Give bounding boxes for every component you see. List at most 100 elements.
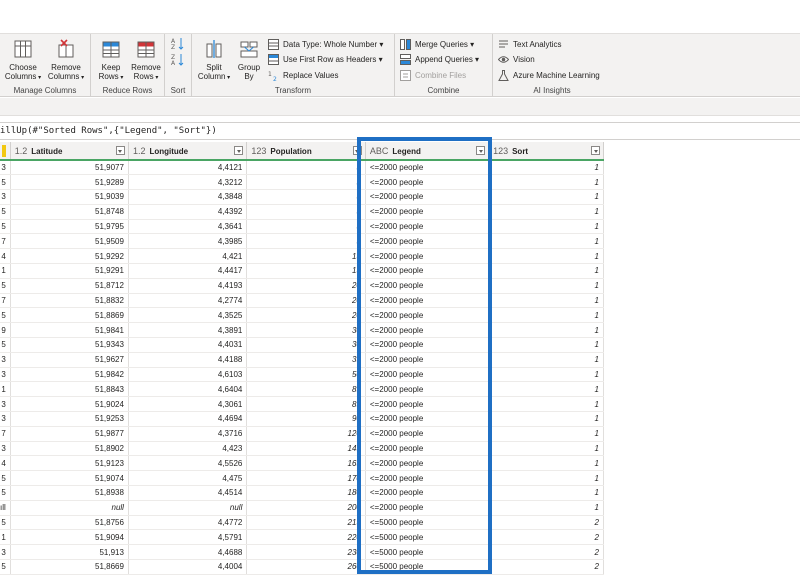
table-row[interactable]: 1 51,8843 4,6404 85 <=2000 people 1 (0, 381, 604, 398)
latitude-cell[interactable]: 51,9291 (10, 263, 129, 279)
longitude-cell[interactable]: 4,4121 (128, 160, 248, 176)
column-header-legend[interactable]: ABC Legend (365, 142, 490, 161)
row-index-cell[interactable]: ıll (0, 500, 11, 516)
latitude-cell[interactable]: 51,9289 (10, 174, 129, 191)
merge-queries-button[interactable]: Merge Queries ▾ (400, 37, 474, 51)
row-index-cell[interactable]: 3 (0, 367, 11, 383)
row-index-cell[interactable]: 5 (0, 174, 11, 191)
latitude-cell[interactable]: 51,9253 (10, 411, 129, 427)
table-row[interactable]: 5 51,9074 4,475 170 <=2000 people 1 (0, 470, 604, 487)
population-cell[interactable]: 5 (246, 160, 366, 176)
row-index-cell[interactable]: 5 (0, 204, 11, 220)
column-filter-dropdown-icon[interactable] (234, 146, 244, 155)
column-filter-dropdown-icon[interactable] (352, 146, 362, 155)
row-index-cell[interactable]: 1 (0, 381, 11, 398)
table-row[interactable]: 5 51,9795 4,3641 5 <=2000 people 1 (0, 219, 604, 235)
legend-cell[interactable]: <=2000 people (365, 204, 490, 220)
population-cell[interactable]: 230 (246, 544, 366, 561)
sort-cell[interactable]: 1 (488, 411, 604, 427)
row-index-cell[interactable]: 7 (0, 233, 11, 250)
sort-cell[interactable]: 1 (488, 381, 604, 398)
longitude-cell[interactable]: 4,421 (128, 248, 248, 265)
table-row[interactable]: 5 51,8748 4,4392 5 <=2000 people 1 (0, 204, 604, 220)
latitude-cell[interactable]: 51,9509 (10, 233, 129, 250)
table-row[interactable]: 3 51,9077 4,4121 5 <=2000 people 1 (0, 160, 604, 176)
row-index-cell[interactable]: 5 (0, 337, 11, 353)
table-row[interactable]: 3 51,9039 4,3848 5 <=2000 people 1 (0, 189, 604, 205)
population-cell[interactable]: 15 (246, 248, 366, 265)
population-cell[interactable]: 260 (246, 559, 366, 575)
latitude-cell[interactable]: 51,8748 (10, 204, 129, 220)
table-row[interactable]: ıll null null 200 <=2000 people 1 (0, 500, 604, 516)
legend-cell[interactable]: <=2000 people (365, 352, 490, 368)
population-cell[interactable]: 20 (246, 307, 366, 324)
population-cell[interactable]: 170 (246, 470, 366, 487)
longitude-cell[interactable]: null (128, 500, 248, 516)
population-cell[interactable]: 20 (246, 278, 366, 294)
legend-cell[interactable]: <=2000 people (365, 455, 490, 472)
legend-cell[interactable]: <=2000 people (365, 470, 490, 487)
latitude-cell[interactable]: 51,9077 (10, 160, 129, 176)
latitude-cell[interactable]: 51,9039 (10, 189, 129, 205)
longitude-cell[interactable]: 4,475 (128, 470, 248, 487)
choose-columns-button[interactable]: Choose Columns ▾ (2, 38, 44, 83)
legend-cell[interactable]: <=2000 people (365, 441, 490, 457)
population-cell[interactable]: 215 (246, 515, 366, 531)
latitude-cell[interactable]: 51,8712 (10, 278, 129, 294)
sort-cell[interactable]: 1 (488, 233, 604, 250)
split-column-button[interactable]: Split Column ▾ (196, 38, 232, 83)
population-cell[interactable]: 5 (246, 204, 366, 220)
latitude-cell[interactable]: 51,8902 (10, 441, 129, 457)
row-index-cell[interactable]: 5 (0, 470, 11, 487)
longitude-cell[interactable]: 4,5791 (128, 529, 248, 546)
table-row[interactable]: 7 51,9877 4,3716 120 <=2000 people 1 (0, 426, 604, 442)
sort-cell[interactable]: 2 (488, 515, 604, 531)
table-row[interactable]: 5 51,8938 4,4514 180 <=2000 people 1 (0, 485, 604, 501)
row-index-cell[interactable]: 1 (0, 263, 11, 279)
legend-cell[interactable]: <=2000 people (365, 248, 490, 265)
sort-cell[interactable]: 2 (488, 529, 604, 546)
legend-cell[interactable]: <=2000 people (365, 189, 490, 205)
longitude-cell[interactable]: 4,2774 (128, 293, 248, 309)
legend-cell[interactable]: <=2000 people (365, 381, 490, 398)
column-filter-dropdown-icon[interactable] (476, 146, 486, 155)
latitude-cell[interactable]: 51,9877 (10, 426, 129, 442)
legend-cell[interactable]: <=2000 people (365, 174, 490, 191)
legend-cell[interactable]: <=2000 people (365, 160, 490, 176)
legend-cell[interactable]: <=2000 people (365, 233, 490, 250)
table-row[interactable]: 3 51,9253 4,4694 90 <=2000 people 1 (0, 411, 604, 427)
latitude-cell[interactable]: 51,8832 (10, 293, 129, 309)
sort-ascending-button[interactable]: A Z (171, 37, 185, 52)
sort-cell[interactable]: 1 (488, 441, 604, 457)
longitude-cell[interactable]: 4,3641 (128, 219, 248, 235)
longitude-cell[interactable]: 4,4514 (128, 485, 248, 501)
latitude-cell[interactable]: 51,9842 (10, 367, 129, 383)
data-type-dropdown[interactable]: Data Type: Whole Number ▾ (268, 37, 383, 51)
table-row[interactable]: 4 51,9292 4,421 15 <=2000 people 1 (0, 248, 604, 265)
latitude-cell[interactable]: 51,9123 (10, 455, 129, 472)
legend-cell[interactable]: <=2000 people (365, 367, 490, 383)
legend-cell[interactable]: <=2000 people (365, 500, 490, 516)
legend-cell[interactable]: <=5000 people (365, 544, 490, 561)
table-row[interactable]: 5 51,8869 4,3525 20 <=2000 people 1 (0, 307, 604, 324)
longitude-cell[interactable]: 4,4193 (128, 278, 248, 294)
append-queries-button[interactable]: Append Queries ▾ (400, 52, 479, 66)
longitude-cell[interactable]: 4,4688 (128, 544, 248, 561)
sort-cell[interactable]: 2 (488, 544, 604, 561)
latitude-cell[interactable]: 51,9343 (10, 337, 129, 353)
row-index-cell[interactable]: 3 (0, 441, 11, 457)
latitude-cell[interactable]: 51,8756 (10, 515, 129, 531)
latitude-cell[interactable]: 51,8869 (10, 307, 129, 324)
combine-files-button[interactable]: Combine Files (400, 68, 466, 82)
longitude-cell[interactable]: 4,3848 (128, 189, 248, 205)
table-row[interactable]: 3 51,9842 4,6103 50 <=2000 people 1 (0, 367, 604, 383)
column-filter-dropdown-icon[interactable] (591, 146, 600, 155)
remove-rows-button[interactable]: Remove Rows ▾ (128, 38, 164, 83)
row-index-cell[interactable]: 5 (0, 485, 11, 501)
whole-number-type-icon[interactable]: 123 (251, 146, 266, 156)
row-index-cell[interactable]: 3 (0, 396, 11, 413)
longitude-cell[interactable]: 4,6404 (128, 381, 248, 398)
sort-cell[interactable]: 1 (488, 396, 604, 413)
azure-ml-button[interactable]: Azure Machine Learning (498, 68, 600, 82)
sort-cell[interactable]: 1 (488, 485, 604, 501)
